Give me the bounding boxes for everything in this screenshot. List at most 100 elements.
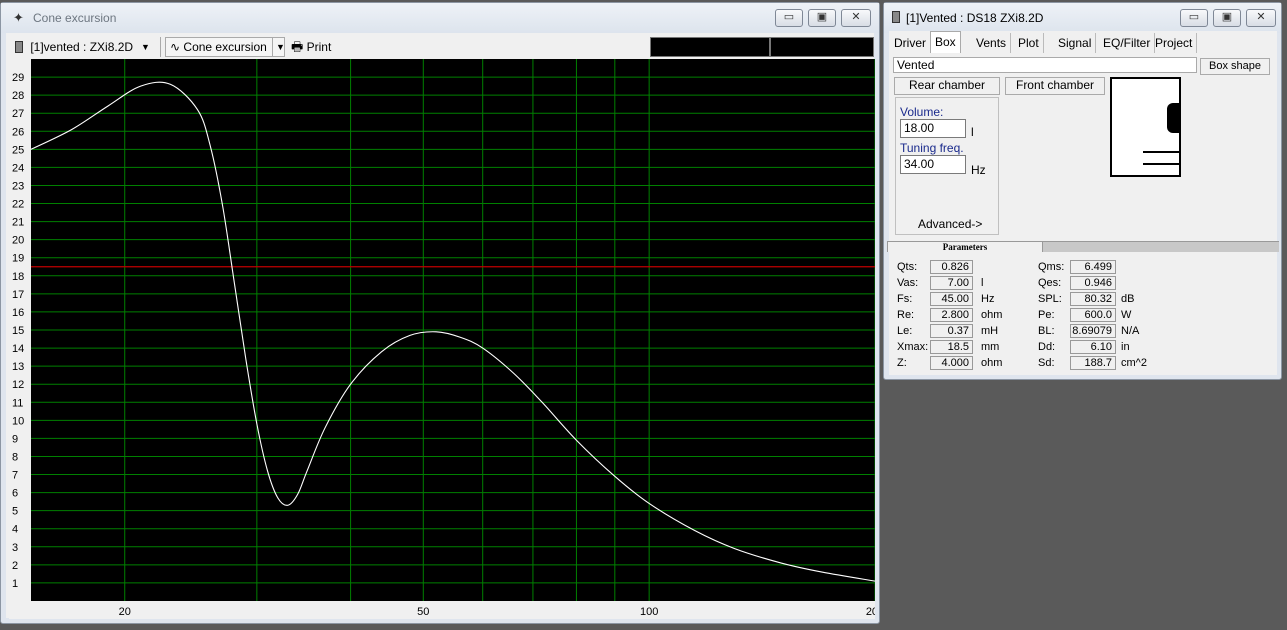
advanced-link[interactable]: Advanced-> (918, 217, 982, 231)
x-tick-label: 20 (119, 606, 131, 618)
parameters-header: Parameters (887, 241, 1279, 252)
y-tick-label: 29 (12, 72, 24, 84)
param-value[interactable]: 80.32 (1070, 292, 1116, 306)
param-unit: dB (1121, 293, 1135, 305)
tab-eq-filter[interactable]: EQ/Filter (1099, 33, 1156, 53)
maximize-button[interactable]: ▣ (1213, 9, 1241, 27)
param-value[interactable]: 8.69079 (1070, 324, 1116, 338)
y-tick-label: 10 (12, 415, 24, 427)
y-tick-label: 9 (12, 433, 18, 445)
param-value[interactable]: 18.5 (930, 340, 973, 354)
param-unit: ohm (981, 309, 1003, 321)
maximize-button[interactable]: ▣ (808, 9, 836, 27)
toolbar-separator (160, 37, 161, 57)
cone-excursion-plot[interactable]: 1 2 3 4 5 6 7 8 9 10 11 12 13 14 15 16 17 18 19 20 21 22 23 24 2… (9, 59, 875, 619)
param-value[interactable]: 2.800 (930, 308, 973, 322)
right-window-title: [1]Vented : DS18 ZXi8.2D (906, 11, 1044, 25)
param-label: Z: (897, 357, 907, 369)
param-label: Qms: (1038, 261, 1065, 273)
minimize-button[interactable]: ▭ (775, 9, 803, 27)
param-value[interactable]: 7.00 (930, 276, 973, 290)
param-label: Xmax: (897, 341, 929, 353)
tab-project[interactable]: Project (1151, 33, 1198, 53)
vent-line-1 (1143, 151, 1179, 153)
readout-box-1 (650, 37, 770, 57)
tab-box[interactable]: Box (930, 31, 961, 53)
y-tick-label: 25 (12, 144, 24, 156)
param-label: Fs: (897, 293, 913, 305)
param-label: Vas: (897, 277, 919, 289)
close-button[interactable]: ✕ (841, 9, 871, 27)
param-unit: Hz (981, 293, 995, 305)
param-value[interactable]: 6.499 (1070, 260, 1116, 274)
front-chamber-button[interactable]: Front chamber (1005, 77, 1105, 95)
param-label: Dd: (1038, 341, 1056, 353)
maximize-icon: ▣ (816, 11, 828, 23)
box-diagram (1110, 77, 1181, 177)
tab-driver[interactable]: Driver (890, 33, 931, 53)
close-icon: ✕ (1256, 11, 1266, 23)
param-label: Qes: (1038, 277, 1062, 289)
box-shape-button[interactable]: Box shape (1200, 58, 1270, 75)
wave-icon: ∿ (170, 40, 181, 54)
y-tick-label: 6 (12, 488, 18, 500)
vent-line-2 (1143, 163, 1179, 165)
param-value[interactable]: 0.826 (930, 260, 973, 274)
param-value[interactable]: 0.946 (1070, 276, 1116, 290)
y-tick-label: 23 (12, 180, 24, 192)
y-tick-label: 26 (12, 126, 24, 138)
maximize-icon: ▣ (1221, 11, 1233, 23)
driver-combo[interactable]: [1]vented : ZXi8.2D ▼ (15, 37, 155, 57)
param-unit: mm (981, 341, 1000, 353)
param-value[interactable]: 0.37 (930, 324, 973, 338)
tab-signal[interactable]: Signal (1054, 33, 1097, 53)
param-unit: W (1121, 309, 1132, 321)
print-label: Print (306, 40, 332, 54)
minimize-icon: ▭ (1188, 11, 1200, 23)
left-window-title: Cone excursion (33, 11, 117, 25)
rear-chamber-button[interactable]: Rear chamber (894, 77, 1000, 95)
x-tick-label: 100 (640, 606, 658, 618)
y-tick-label: 3 (12, 542, 18, 554)
tuning-label: Tuning freq. (900, 141, 964, 155)
param-value[interactable]: 4.000 (930, 356, 973, 370)
param-value[interactable]: 188.7 (1070, 356, 1116, 370)
y-tick-label: 12 (12, 379, 24, 391)
y-tick-label: 15 (12, 325, 24, 337)
plot-svg: 1234567891011121314151617181920212223242… (12, 59, 875, 618)
print-button[interactable]: 🖶 Print (291, 37, 351, 57)
tab-vents[interactable]: Vents (972, 33, 1012, 53)
y-tick-label: 13 (12, 361, 24, 373)
graph-type-text: Cone excursion (183, 40, 267, 54)
y-tick-label: 28 (12, 90, 24, 102)
graph-type-combo[interactable]: ∿ Cone excursion ▼ (165, 37, 285, 57)
volume-input[interactable]: 18.00 (900, 119, 966, 138)
param-value[interactable]: 45.00 (930, 292, 973, 306)
param-value[interactable]: 6.10 (1070, 340, 1116, 354)
box-type-field[interactable]: Vented (893, 57, 1197, 73)
param-label: BL: (1038, 325, 1055, 337)
tab-plot[interactable]: Plot (1014, 33, 1044, 53)
param-unit: in (1121, 341, 1130, 353)
close-button[interactable]: ✕ (1246, 9, 1276, 27)
left-titlebar[interactable]: ✦ Cone excursion ▭ ▣ ✕ (1, 3, 879, 33)
close-icon: ✕ (851, 11, 861, 23)
right-titlebar[interactable]: [1]Vented : DS18 ZXi8.2D ▭ ▣ ✕ (884, 3, 1281, 33)
volume-label: Volume: (900, 105, 944, 119)
driver-icon (15, 41, 23, 53)
printer-icon: 🖶 (291, 39, 304, 54)
readout-box-2 (770, 37, 874, 57)
y-tick-label: 17 (12, 289, 24, 301)
param-label: Qts: (897, 261, 918, 273)
y-tick-label: 11 (12, 397, 23, 409)
y-tick-label: 14 (12, 343, 24, 355)
param-value[interactable]: 600.0 (1070, 308, 1116, 322)
y-tick-label: 7 (12, 470, 18, 482)
speaker-icon (1167, 103, 1179, 133)
y-tick-label: 16 (12, 307, 24, 319)
parameters-tab: Parameters (887, 241, 1043, 252)
y-tick-label: 27 (12, 108, 24, 120)
minimize-button[interactable]: ▭ (1180, 9, 1208, 27)
y-tick-label: 2 (12, 560, 18, 572)
tuning-input[interactable]: 34.00 (900, 155, 966, 174)
